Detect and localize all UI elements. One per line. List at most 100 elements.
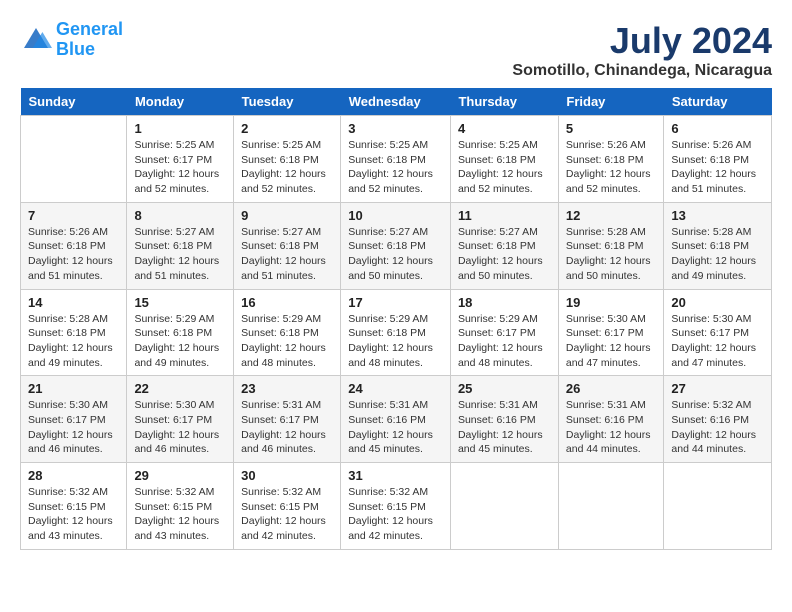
calendar-cell: 16 Sunrise: 5:29 AMSunset: 6:18 PMDayligh…: [234, 289, 341, 376]
day-info: Sunrise: 5:30 AMSunset: 6:17 PMDaylight:…: [28, 398, 119, 457]
calendar-cell: [664, 463, 772, 550]
calendar-cell: 5 Sunrise: 5:26 AMSunset: 6:18 PMDaylight…: [558, 116, 664, 203]
day-number: 5: [566, 121, 657, 136]
day-info: Sunrise: 5:29 AMSunset: 6:18 PMDaylight:…: [348, 312, 443, 371]
calendar-cell: 4 Sunrise: 5:25 AMSunset: 6:18 PMDaylight…: [450, 116, 558, 203]
day-number: 1: [134, 121, 226, 136]
day-number: 4: [458, 121, 551, 136]
day-info: Sunrise: 5:25 AMSunset: 6:18 PMDaylight:…: [348, 138, 443, 197]
calendar-cell: 9 Sunrise: 5:27 AMSunset: 6:18 PMDaylight…: [234, 202, 341, 289]
header-wednesday: Wednesday: [341, 88, 451, 116]
logo-text: General Blue: [56, 20, 123, 60]
day-info: Sunrise: 5:30 AMSunset: 6:17 PMDaylight:…: [566, 312, 657, 371]
day-number: 16: [241, 295, 333, 310]
day-info: Sunrise: 5:28 AMSunset: 6:18 PMDaylight:…: [671, 225, 764, 284]
day-number: 14: [28, 295, 119, 310]
day-info: Sunrise: 5:25 AMSunset: 6:17 PMDaylight:…: [134, 138, 226, 197]
calendar-cell: 12 Sunrise: 5:28 AMSunset: 6:18 PMDayligh…: [558, 202, 664, 289]
day-number: 26: [566, 381, 657, 396]
calendar-week-row: 28 Sunrise: 5:32 AMSunset: 6:15 PMDayligh…: [21, 463, 772, 550]
day-info: Sunrise: 5:29 AMSunset: 6:18 PMDaylight:…: [241, 312, 333, 371]
calendar-cell: 21 Sunrise: 5:30 AMSunset: 6:17 PMDayligh…: [21, 376, 127, 463]
calendar-cell: 10 Sunrise: 5:27 AMSunset: 6:18 PMDayligh…: [341, 202, 451, 289]
logo-icon: [20, 24, 52, 56]
calendar-cell: 13 Sunrise: 5:28 AMSunset: 6:18 PMDayligh…: [664, 202, 772, 289]
day-number: 20: [671, 295, 764, 310]
day-number: 18: [458, 295, 551, 310]
calendar-header-row: Sunday Monday Tuesday Wednesday Thursday…: [21, 88, 772, 116]
calendar-cell: 26 Sunrise: 5:31 AMSunset: 6:16 PMDayligh…: [558, 376, 664, 463]
day-number: 21: [28, 381, 119, 396]
calendar-cell: 25Sunrise: 5:31 AMSunset: 6:16 PMDayligh…: [450, 376, 558, 463]
day-info: Sunrise: 5:28 AMSunset: 6:18 PMDaylight:…: [566, 225, 657, 284]
day-info: Sunrise: 5:32 AMSunset: 6:15 PMDaylight:…: [348, 485, 443, 544]
header-sunday: Sunday: [21, 88, 127, 116]
day-info: Sunrise: 5:32 AMSunset: 6:16 PMDaylight:…: [671, 398, 764, 457]
calendar-week-row: 14 Sunrise: 5:28 AMSunset: 6:18 PMDayligh…: [21, 289, 772, 376]
header-friday: Friday: [558, 88, 664, 116]
logo-line1: General: [56, 19, 123, 39]
calendar-cell: 11 Sunrise: 5:27 AMSunset: 6:18 PMDayligh…: [450, 202, 558, 289]
day-info: Sunrise: 5:27 AMSunset: 6:18 PMDaylight:…: [348, 225, 443, 284]
day-info: Sunrise: 5:32 AMSunset: 6:15 PMDaylight:…: [28, 485, 119, 544]
header-saturday: Saturday: [664, 88, 772, 116]
day-info: Sunrise: 5:26 AMSunset: 6:18 PMDaylight:…: [28, 225, 119, 284]
day-number: 23: [241, 381, 333, 396]
calendar-cell: 18Sunrise: 5:29 AMSunset: 6:17 PMDayligh…: [450, 289, 558, 376]
day-number: 27: [671, 381, 764, 396]
day-number: 8: [134, 208, 226, 223]
header: General Blue July 2024 Somotillo, Chinan…: [20, 20, 772, 80]
day-info: Sunrise: 5:28 AMSunset: 6:18 PMDaylight:…: [28, 312, 119, 371]
day-number: 17: [348, 295, 443, 310]
day-number: 11: [458, 208, 551, 223]
calendar-cell: 6 Sunrise: 5:26 AMSunset: 6:18 PMDaylight…: [664, 116, 772, 203]
calendar-cell: 23 Sunrise: 5:31 AMSunset: 6:17 PMDayligh…: [234, 376, 341, 463]
calendar-cell: 7 Sunrise: 5:26 AMSunset: 6:18 PMDaylight…: [21, 202, 127, 289]
calendar-cell: 1 Sunrise: 5:25 AMSunset: 6:17 PMDaylight…: [127, 116, 234, 203]
day-number: 22: [134, 381, 226, 396]
day-info: Sunrise: 5:26 AMSunset: 6:18 PMDaylight:…: [671, 138, 764, 197]
day-number: 6: [671, 121, 764, 136]
day-number: 24: [348, 381, 443, 396]
month-title: July 2024: [512, 20, 772, 62]
header-thursday: Thursday: [450, 88, 558, 116]
day-info: Sunrise: 5:30 AMSunset: 6:17 PMDaylight:…: [671, 312, 764, 371]
day-number: 7: [28, 208, 119, 223]
logo-line2: Blue: [56, 39, 95, 59]
day-number: 2: [241, 121, 333, 136]
day-info: Sunrise: 5:27 AMSunset: 6:18 PMDaylight:…: [458, 225, 551, 284]
calendar-week-row: 1 Sunrise: 5:25 AMSunset: 6:17 PMDaylight…: [21, 116, 772, 203]
location-title: Somotillo, Chinandega, Nicaragua: [512, 62, 772, 80]
calendar-cell: 31 Sunrise: 5:32 AMSunset: 6:15 PMDayligh…: [341, 463, 451, 550]
day-info: Sunrise: 5:25 AMSunset: 6:18 PMDaylight:…: [458, 138, 551, 197]
calendar-cell: 20 Sunrise: 5:30 AMSunset: 6:17 PMDayligh…: [664, 289, 772, 376]
day-number: 12: [566, 208, 657, 223]
page-container: General Blue July 2024 Somotillo, Chinan…: [20, 20, 772, 550]
day-number: 9: [241, 208, 333, 223]
day-number: 3: [348, 121, 443, 136]
day-info: Sunrise: 5:25 AMSunset: 6:18 PMDaylight:…: [241, 138, 333, 197]
calendar-cell: [450, 463, 558, 550]
calendar-cell: 8Sunrise: 5:27 AMSunset: 6:18 PMDaylight…: [127, 202, 234, 289]
day-number: 10: [348, 208, 443, 223]
calendar-cell: 2 Sunrise: 5:25 AMSunset: 6:18 PMDaylight…: [234, 116, 341, 203]
calendar-cell: 14 Sunrise: 5:28 AMSunset: 6:18 PMDayligh…: [21, 289, 127, 376]
logo: General Blue: [20, 20, 123, 60]
header-monday: Monday: [127, 88, 234, 116]
day-number: 30: [241, 468, 333, 483]
calendar-cell: 29Sunrise: 5:32 AMSunset: 6:15 PMDayligh…: [127, 463, 234, 550]
day-number: 29: [134, 468, 226, 483]
day-number: 19: [566, 295, 657, 310]
calendar-week-row: 7 Sunrise: 5:26 AMSunset: 6:18 PMDaylight…: [21, 202, 772, 289]
calendar-cell: 28 Sunrise: 5:32 AMSunset: 6:15 PMDayligh…: [21, 463, 127, 550]
title-block: July 2024 Somotillo, Chinandega, Nicarag…: [512, 20, 772, 80]
calendar-cell: 30Sunrise: 5:32 AMSunset: 6:15 PMDayligh…: [234, 463, 341, 550]
day-info: Sunrise: 5:27 AMSunset: 6:18 PMDaylight:…: [241, 225, 333, 284]
day-info: Sunrise: 5:26 AMSunset: 6:18 PMDaylight:…: [566, 138, 657, 197]
day-number: 31: [348, 468, 443, 483]
day-number: 28: [28, 468, 119, 483]
day-number: 15: [134, 295, 226, 310]
day-number: 13: [671, 208, 764, 223]
day-info: Sunrise: 5:31 AMSunset: 6:17 PMDaylight:…: [241, 398, 333, 457]
day-info: Sunrise: 5:31 AMSunset: 6:16 PMDaylight:…: [566, 398, 657, 457]
